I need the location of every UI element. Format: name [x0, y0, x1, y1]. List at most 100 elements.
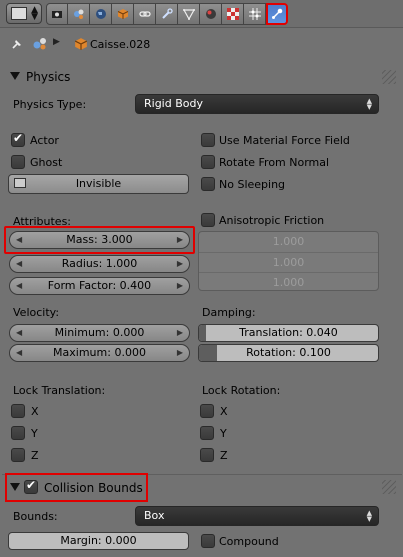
- friction-z: 1.000: [199, 272, 378, 292]
- properties-header: ▲ ▼: [0, 0, 403, 28]
- damping-rotation-slider[interactable]: Rotation: 0.100: [198, 344, 379, 362]
- tab-scene[interactable]: [68, 3, 90, 25]
- world-icon: [95, 9, 106, 19]
- drag-grip-icon[interactable]: [382, 70, 396, 84]
- axis-label-x: X: [220, 405, 228, 418]
- collision-bounds-highlight: [5, 473, 148, 502]
- friction-vector: 1.000 1.000 1.000: [198, 231, 379, 291]
- increment-icon[interactable]: ▶: [177, 345, 183, 361]
- tab-object[interactable]: [112, 3, 134, 25]
- axis-label-z: Z: [220, 449, 228, 462]
- tab-material[interactable]: [200, 3, 222, 25]
- mass-field[interactable]: ◀ Mass: 3.000 ▶: [9, 231, 190, 249]
- form-factor-field[interactable]: ◀ Form Factor: 0.400 ▶: [9, 277, 190, 295]
- object-icon: [74, 38, 88, 50]
- decrement-icon[interactable]: ◀: [16, 345, 22, 361]
- axis-label-y: Y: [31, 427, 38, 440]
- bounds-select[interactable]: Box ▲ ▼: [135, 506, 379, 526]
- physics-type-select[interactable]: Rigid Body ▲ ▼: [135, 94, 379, 114]
- increment-icon[interactable]: ▶: [177, 256, 183, 272]
- drag-grip-icon[interactable]: [382, 480, 396, 494]
- ghost-label: Ghost: [30, 156, 63, 169]
- tab-particles[interactable]: [244, 3, 266, 25]
- friction-y: 1.000: [199, 252, 378, 272]
- tab-constraints[interactable]: [134, 3, 156, 25]
- margin-slider[interactable]: Margin: 0.000: [8, 532, 189, 550]
- physics-type-value: Rigid Body: [144, 97, 203, 110]
- decrement-icon[interactable]: ◀: [16, 256, 22, 272]
- panel-title: Physics: [26, 70, 71, 84]
- mass-value: Mass: 3.000: [66, 233, 133, 246]
- no-sleeping-checkbox[interactable]: [201, 177, 215, 191]
- breadcrumb: ▶ Caisse.028: [0, 29, 403, 59]
- lock-rotation-label: Lock Rotation:: [202, 384, 281, 397]
- damping-translation-value: Translation: 0.040: [239, 326, 338, 339]
- decrement-icon[interactable]: ◀: [16, 232, 22, 248]
- rotate-from-normal-checkbox[interactable]: [201, 155, 215, 169]
- use-material-force-field-checkbox[interactable]: [201, 133, 215, 147]
- particles-icon: [248, 8, 261, 20]
- decrement-icon[interactable]: ◀: [16, 325, 22, 341]
- chevron-updown-icon: ▲ ▼: [366, 97, 372, 111]
- scene-icon: [33, 38, 46, 50]
- velocity-minimum-field[interactable]: ◀ Minimum: 0.000 ▶: [9, 324, 190, 342]
- physics-icon: [272, 8, 283, 19]
- lock-rotation-y-checkbox[interactable]: [200, 426, 214, 440]
- increment-icon[interactable]: ▶: [177, 232, 183, 248]
- compound-label: Compound: [219, 535, 279, 548]
- properties-editor-icon: [11, 7, 27, 20]
- render-icon: [52, 11, 62, 18]
- velocity-label: Velocity:: [13, 306, 60, 319]
- anisotropic-friction-checkbox[interactable]: [201, 213, 215, 227]
- tab-render[interactable]: [46, 3, 68, 25]
- compound-checkbox[interactable]: [201, 534, 215, 548]
- anisotropic-friction-label: Anisotropic Friction: [219, 214, 325, 227]
- velocity-maximum-value: Maximum: 0.000: [53, 346, 146, 359]
- lock-translation-z-checkbox[interactable]: [11, 448, 25, 462]
- chevron-updown-icon: ▲ ▼: [31, 5, 38, 22]
- pin-icon[interactable]: [10, 37, 24, 51]
- context-tabs: [46, 3, 288, 25]
- damping-rotation-value: Rotation: 0.100: [246, 346, 331, 359]
- decrement-icon[interactable]: ◀: [16, 278, 22, 294]
- collapse-triangle-icon: [10, 72, 20, 80]
- lock-rotation-x-checkbox[interactable]: [200, 404, 214, 418]
- damping-translation-slider[interactable]: Translation: 0.040: [198, 324, 379, 342]
- invisible-toggle[interactable]: Invisible: [8, 174, 189, 194]
- radius-value: Radius: 1.000: [61, 257, 138, 270]
- increment-icon[interactable]: ▶: [177, 325, 183, 341]
- damping-label: Damping:: [202, 306, 256, 319]
- increment-icon[interactable]: ▶: [177, 278, 183, 294]
- image-icon: [14, 178, 26, 188]
- form-factor-value: Form Factor: 0.400: [47, 279, 152, 292]
- texture-icon: [226, 8, 239, 20]
- constraints-icon: [138, 11, 151, 17]
- lock-translation-label: Lock Translation:: [13, 384, 106, 397]
- tab-physics[interactable]: [266, 3, 288, 25]
- tab-world[interactable]: [90, 3, 112, 25]
- tab-modifiers[interactable]: [156, 3, 178, 25]
- physics-panel-header[interactable]: Physics: [2, 66, 402, 88]
- velocity-minimum-value: Minimum: 0.000: [54, 326, 145, 339]
- axis-label-x: X: [31, 405, 39, 418]
- radius-field[interactable]: ◀ Radius: 1.000 ▶: [9, 255, 190, 273]
- lock-rotation-z-checkbox[interactable]: [200, 448, 214, 462]
- lock-translation-y-checkbox[interactable]: [11, 426, 25, 440]
- lock-translation-x-checkbox[interactable]: [11, 404, 25, 418]
- physics-panel: Physics Type: Rigid Body ▲▼ Actor Ghost …: [2, 88, 402, 470]
- use-material-force-field-label: Use Material Force Field: [219, 134, 350, 147]
- axis-label-y: Y: [220, 427, 227, 440]
- rotate-from-normal-label: Rotate From Normal: [219, 156, 330, 169]
- actor-checkbox[interactable]: [11, 131, 25, 147]
- bounds-value: Box: [144, 509, 165, 522]
- modifiers-icon: [161, 8, 173, 19]
- tab-data[interactable]: [178, 3, 200, 25]
- physics-type-label: Physics Type:: [13, 98, 87, 111]
- scene-icon: [73, 9, 83, 19]
- axis-label-z: Z: [31, 449, 39, 462]
- editor-type-button[interactable]: ▲ ▼: [6, 3, 42, 24]
- tab-texture[interactable]: [222, 3, 244, 25]
- ghost-checkbox[interactable]: [11, 155, 25, 169]
- invisible-label: Invisible: [75, 177, 122, 190]
- velocity-maximum-field[interactable]: ◀ Maximum: 0.000 ▶: [9, 344, 190, 362]
